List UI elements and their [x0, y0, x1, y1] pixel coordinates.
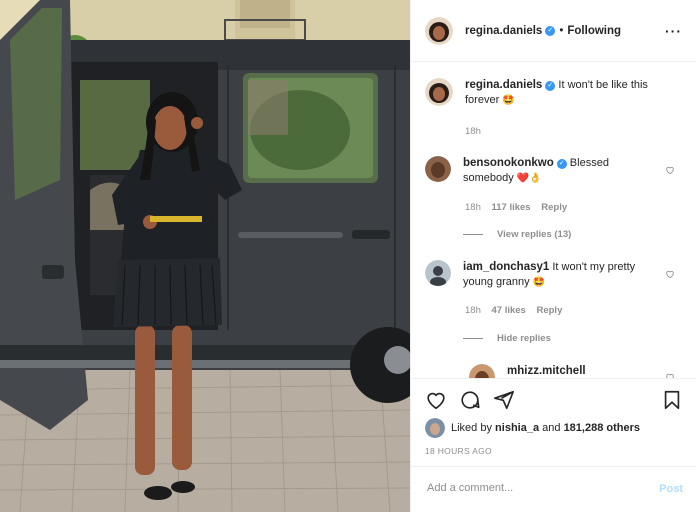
liked-by-text: Liked by nishia_a and 181,288 others — [451, 422, 640, 434]
comment-item: iam_donchasy1 It won't my pretty young g… — [425, 260, 683, 290]
caption-text: regina.daniels ✓ It won't be like this fo… — [465, 78, 675, 108]
comment-username[interactable]: bensonokonkwo — [463, 157, 554, 169]
comment-item: bensonokonkwo ✓ Blessed somebody ❤️👌 — [425, 156, 683, 186]
comment-icon[interactable] — [459, 389, 481, 411]
liker-avatar-image — [425, 418, 445, 438]
liked-by-row: Liked by nishia_a and 181,288 others — [425, 418, 640, 438]
add-comment-bar: Post — [411, 466, 696, 512]
replies-divider — [463, 234, 483, 235]
commenter-avatar[interactable] — [425, 156, 451, 182]
reply-button[interactable]: Reply — [536, 305, 562, 316]
comment-body-line1: Blessed — [569, 157, 609, 169]
comment-meta: 18h 117 likes Reply — [465, 202, 575, 213]
comment-text: iam_donchasy1 It won't my pretty young g… — [463, 260, 673, 290]
comment-body-line2: somebody — [463, 172, 514, 184]
comment-like-heart-icon[interactable] — [665, 165, 675, 175]
commenter-avatar-image — [469, 364, 495, 378]
post-timestamp[interactable]: 18 HOURS AGO — [425, 446, 492, 456]
comment-text: mhizz.mitchell — [507, 364, 657, 378]
caption-avatar-image — [425, 78, 453, 106]
verified-badge-icon: ✓ — [556, 159, 567, 169]
comment-likes[interactable]: 117 likes — [492, 202, 531, 213]
view-replies-toggle[interactable]: View replies (13) — [463, 229, 571, 240]
comment-meta: 18h 47 likes Reply — [465, 305, 570, 316]
author-avatar[interactable] — [425, 16, 453, 45]
post-comment-button[interactable]: Post — [659, 483, 683, 495]
add-comment-input[interactable] — [425, 481, 629, 495]
comment-time[interactable]: 18h — [465, 202, 481, 213]
comment-username[interactable]: mhizz.mitchell — [507, 365, 586, 377]
instagram-post-modal: regina.daniels ✓ • Following ··· regina. — [0, 0, 696, 512]
post-photo[interactable] — [0, 0, 410, 512]
hide-replies-label: Hide replies — [497, 333, 551, 344]
post-header: regina.daniels ✓ • Following ··· — [411, 0, 696, 62]
author-username[interactable]: regina.daniels — [465, 25, 542, 37]
caption-time[interactable]: 18h — [465, 126, 481, 137]
liked-by-user[interactable]: nishia_a — [495, 422, 539, 434]
commenter-avatar[interactable] — [469, 364, 495, 378]
post-image — [0, 0, 410, 512]
liked-by-and: and — [542, 422, 561, 434]
reply-button[interactable]: Reply — [541, 202, 567, 213]
separator-dot: • — [559, 24, 564, 37]
commenter-avatar-image — [425, 156, 451, 182]
comment-likes[interactable]: 47 likes — [492, 305, 526, 316]
more-options-icon[interactable]: ··· — [665, 23, 682, 39]
caption-meta: 18h — [465, 126, 489, 137]
comment-emoji: ❤️👌 — [516, 173, 542, 184]
caption-username[interactable]: regina.daniels — [465, 79, 542, 91]
hide-replies-toggle[interactable]: Hide replies — [463, 333, 551, 344]
following-button[interactable]: Following — [567, 25, 621, 37]
caption-emoji: 🤩 — [502, 95, 515, 106]
heart-icon[interactable] — [425, 389, 447, 411]
caption-avatar[interactable] — [425, 78, 453, 106]
comment-body-line2: young granny — [463, 276, 530, 288]
verified-badge-icon: ✓ — [545, 81, 556, 91]
liked-by-prefix: Liked by — [451, 422, 492, 434]
comment-username[interactable]: iam_donchasy1 — [463, 261, 549, 273]
action-bar — [411, 378, 696, 413]
author-info: regina.daniels ✓ • Following — [465, 25, 621, 37]
view-replies-label: View replies (13) — [497, 229, 572, 240]
likes-count[interactable]: 181,288 others — [564, 422, 640, 434]
author-avatar-image — [425, 16, 453, 45]
caption: regina.daniels ✓ It won't be like this fo… — [425, 78, 683, 108]
share-icon[interactable] — [493, 389, 515, 411]
replies-divider — [463, 338, 483, 339]
comment-text: bensonokonkwo ✓ Blessed somebody ❤️👌 — [463, 156, 673, 186]
comment-body-line1: It won't my pretty — [552, 261, 636, 273]
bookmark-icon[interactable] — [661, 389, 683, 411]
reply-item: mhizz.mitchell — [469, 364, 683, 378]
post-side-panel: regina.daniels ✓ • Following ··· regina. — [410, 0, 696, 512]
verified-badge-icon: ✓ — [545, 25, 556, 36]
liker-avatar[interactable] — [425, 418, 445, 438]
comment-like-heart-icon[interactable] — [665, 269, 675, 279]
comment-emoji: 🤩 — [532, 277, 546, 288]
commenter-avatar[interactable] — [425, 260, 451, 286]
comments-list: regina.daniels ✓ It won't be like this fo… — [411, 62, 696, 378]
comment-time[interactable]: 18h — [465, 305, 481, 316]
commenter-avatar-image — [425, 260, 451, 286]
